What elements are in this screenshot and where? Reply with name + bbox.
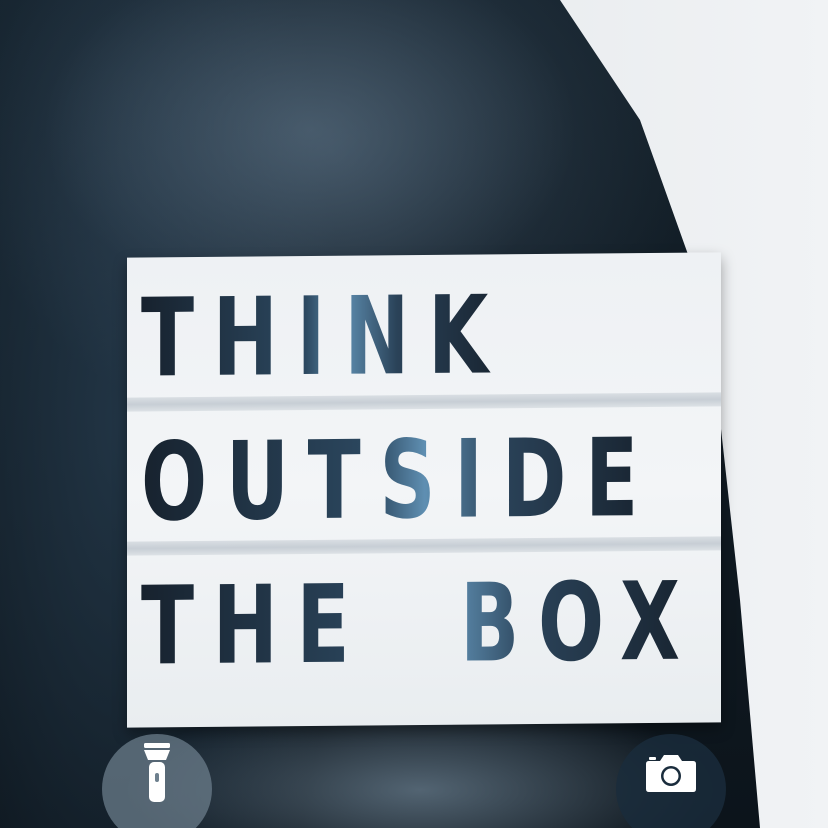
flashlight-icon [144,743,170,802]
sign-line-3: THE BOX [141,559,699,690]
lock-screen: THINK OUTSIDE THE BOX [0,0,828,828]
camera-icon [646,755,696,792]
wallpaper-lightbox-sign: THINK OUTSIDE THE BOX [127,252,721,728]
sign-line-2: OUTSIDE [141,415,657,546]
sign-line-1: THINK [141,273,507,402]
